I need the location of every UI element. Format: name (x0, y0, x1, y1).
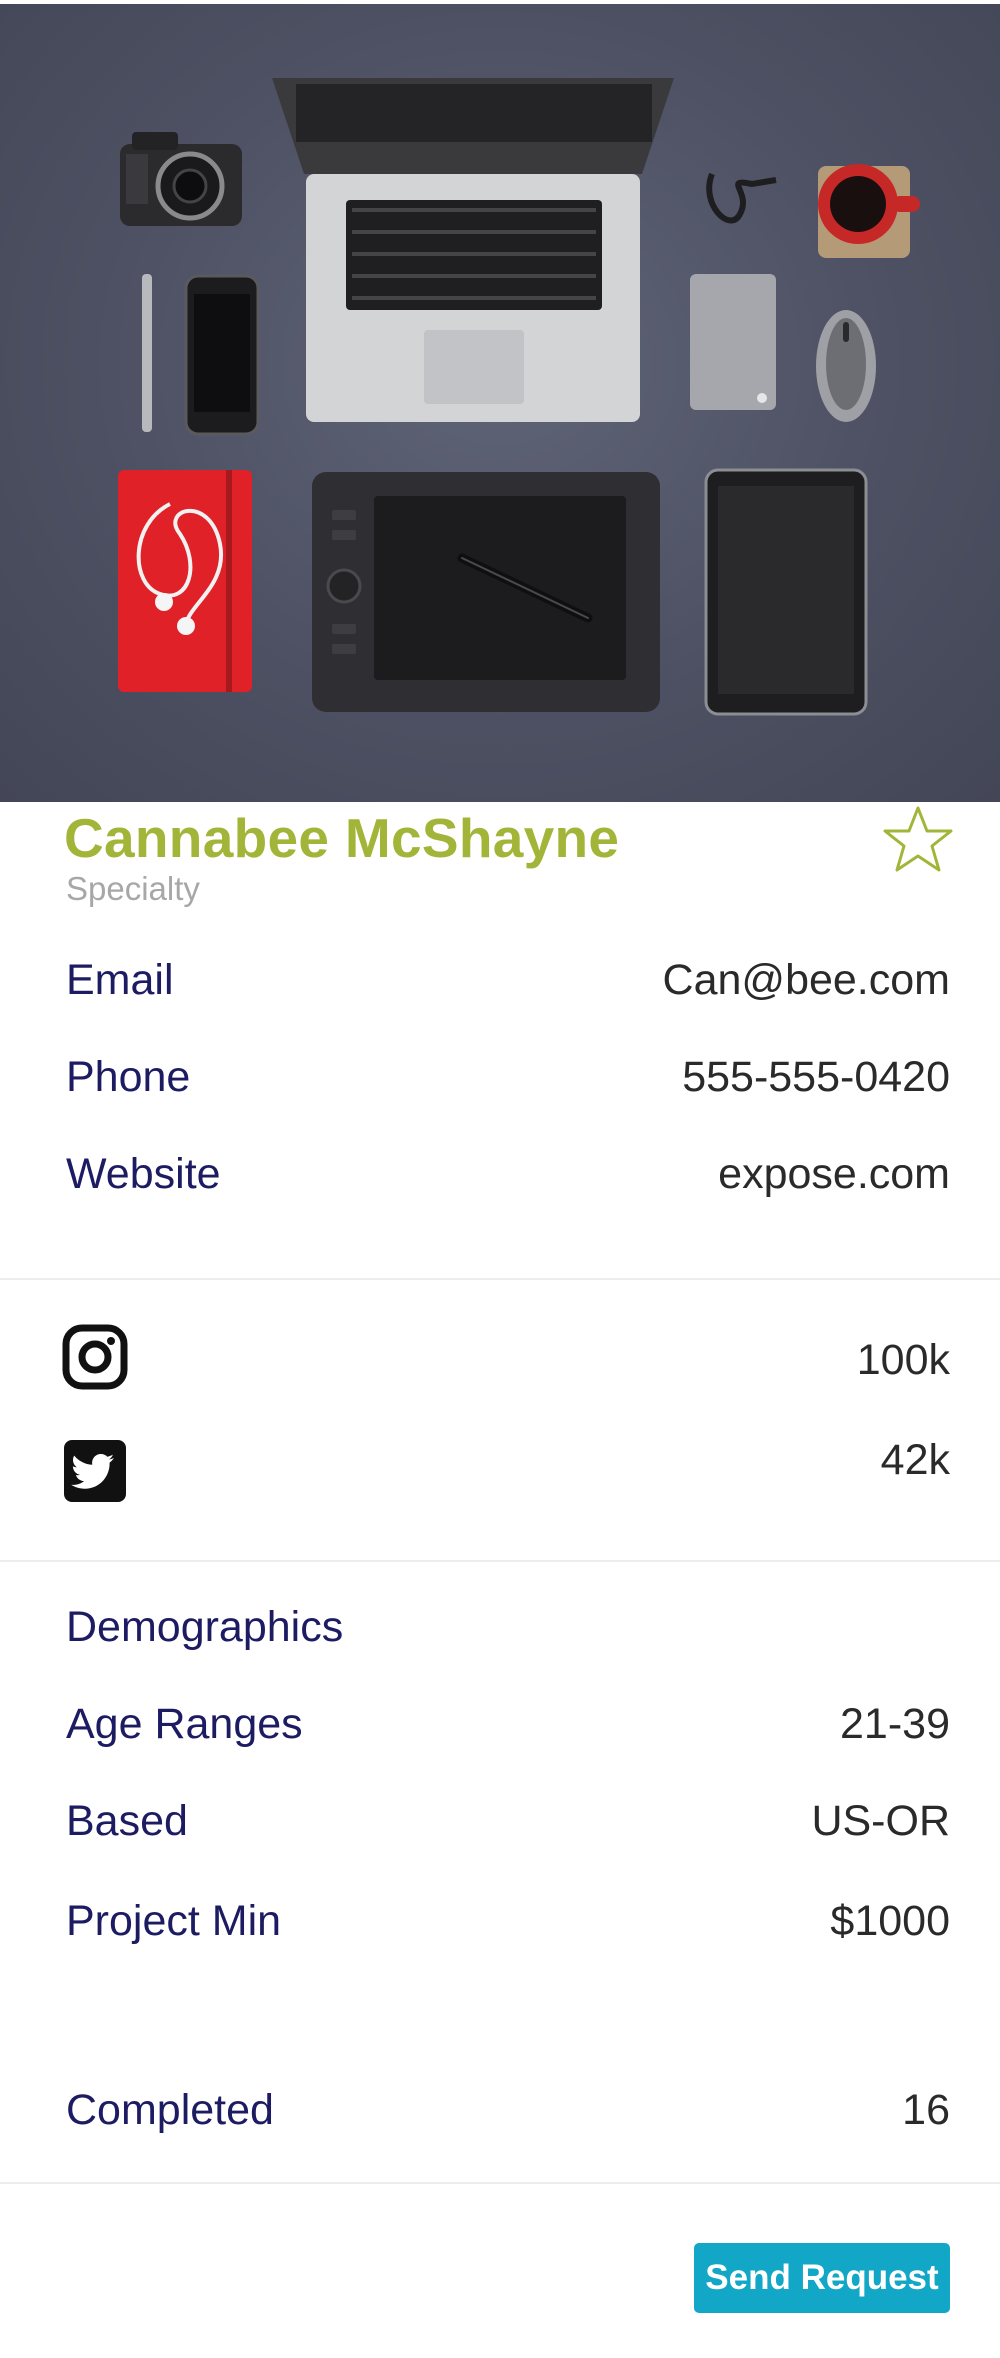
favorite-star-icon[interactable] (882, 804, 954, 876)
demographics-heading-row: Demographics (66, 1603, 950, 1663)
project-min-row: Project Min $1000 (66, 1897, 950, 1957)
phone-icon (184, 274, 260, 436)
project-min-value: $1000 (830, 1897, 950, 1945)
phone-value[interactable]: 555-555-0420 (682, 1053, 950, 1102)
website-value[interactable]: expose.com (718, 1150, 950, 1199)
completed-label: Completed (66, 2086, 274, 2134)
send-request-button[interactable]: Send Request (694, 2243, 950, 2313)
age-ranges-label: Age Ranges (66, 1700, 303, 1748)
camera-icon (120, 132, 242, 226)
phone-label: Phone (66, 1053, 191, 1101)
instagram-followers: 100k (856, 1336, 950, 1384)
project-min-label: Project Min (66, 1897, 282, 1945)
based-value: US-OR (811, 1797, 950, 1845)
hard-drive-icon (690, 274, 776, 410)
profile-name: Cannabee McShayne (64, 807, 620, 869)
based-row: Based US-OR (66, 1797, 950, 1857)
laptop-icon (272, 78, 674, 422)
drawing-tablet-icon (312, 472, 660, 712)
based-label: Based (66, 1797, 188, 1845)
profile-specialty: Specialty (66, 870, 200, 907)
age-ranges-row: Age Ranges 21-39 (66, 1700, 950, 1760)
notebook-icon (118, 470, 252, 692)
hero-image (0, 4, 1000, 802)
twitter-followers: 42k (880, 1436, 950, 1484)
demographics-heading: Demographics (66, 1603, 344, 1651)
desk-flatlay-illustration (118, 78, 920, 716)
age-ranges-value: 21-39 (840, 1700, 950, 1748)
pen-icon (142, 274, 152, 432)
profile-card: Cannabee McShayne Specialty Email Can@be… (0, 0, 1000, 2358)
divider (0, 1560, 1000, 1562)
divider (0, 2182, 1000, 2184)
twitter-icon[interactable] (62, 1438, 128, 1504)
phone-row: Phone 555-555-0420 (66, 1053, 950, 1113)
completed-value: 16 (902, 2086, 950, 2134)
website-label: Website (66, 1150, 221, 1198)
mouse-icon (816, 310, 876, 422)
coffee-cup-icon (818, 164, 920, 258)
tablet-icon (704, 468, 868, 716)
website-row: Website expose.com (66, 1150, 950, 1210)
email-value[interactable]: Can@bee.com (663, 956, 950, 1005)
email-label: Email (66, 956, 174, 1004)
email-row: Email Can@bee.com (66, 956, 950, 1016)
instagram-icon[interactable] (62, 1324, 128, 1390)
completed-row: Completed 16 (66, 2086, 950, 2146)
divider (0, 1278, 1000, 1280)
